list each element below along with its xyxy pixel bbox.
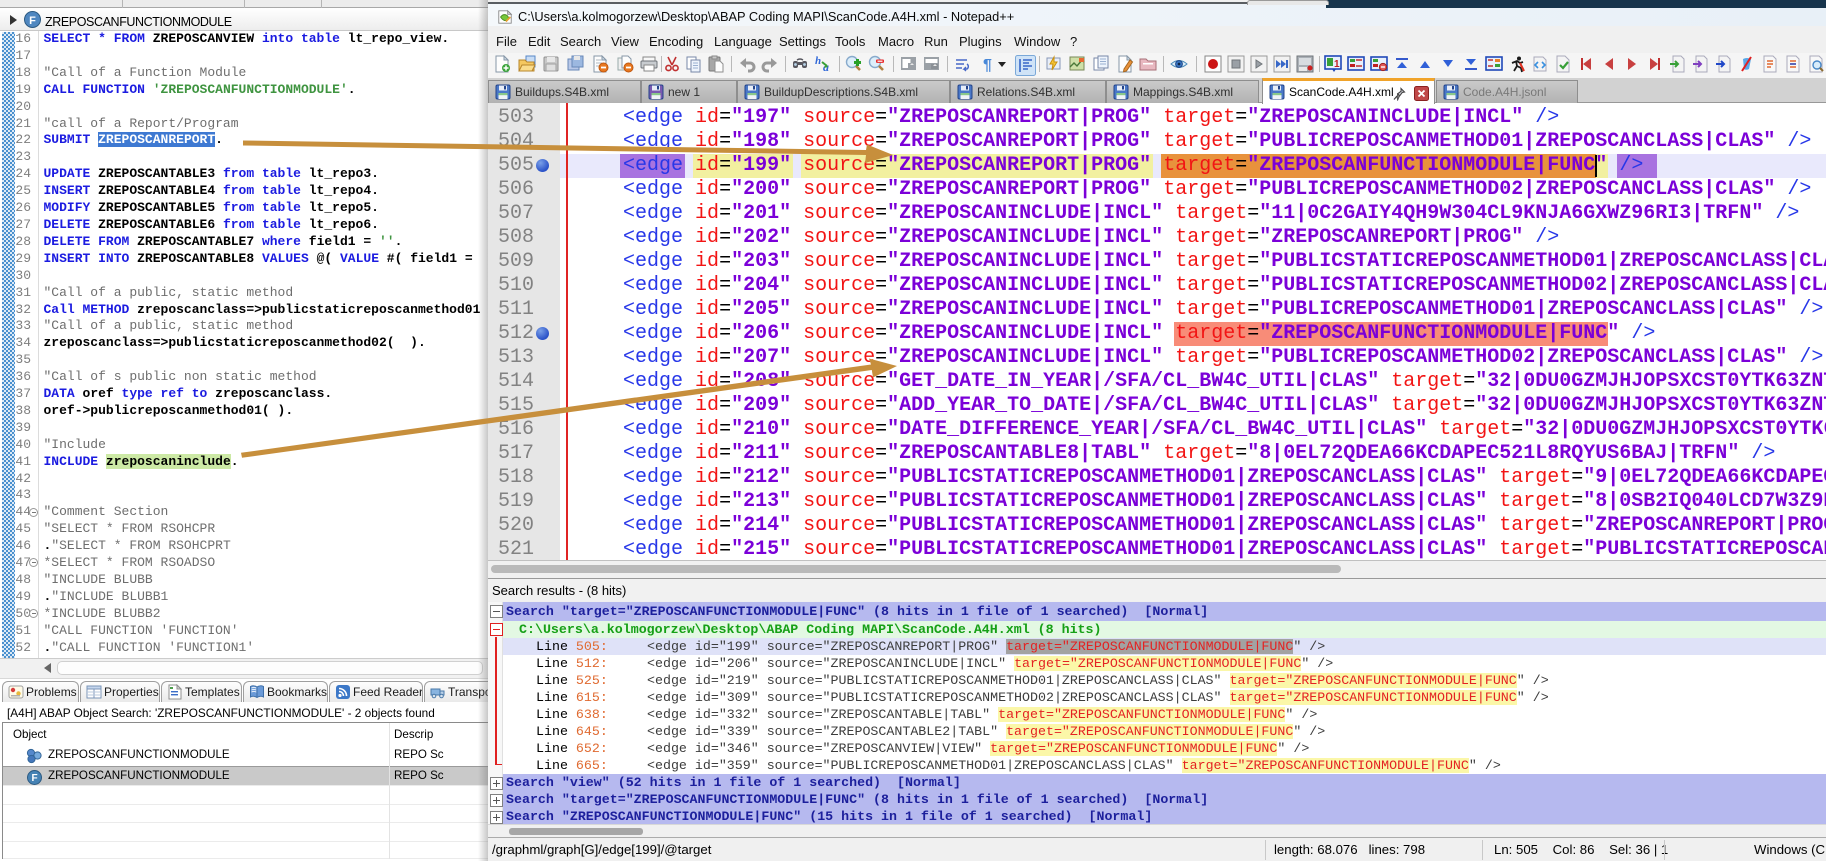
svg-text:1: 1 (1334, 59, 1340, 70)
svg-text:h: h (815, 55, 821, 67)
svg-text:F: F (29, 15, 36, 27)
svg-text:F: F (31, 773, 37, 784)
svg-text:¶: ¶ (983, 57, 992, 73)
